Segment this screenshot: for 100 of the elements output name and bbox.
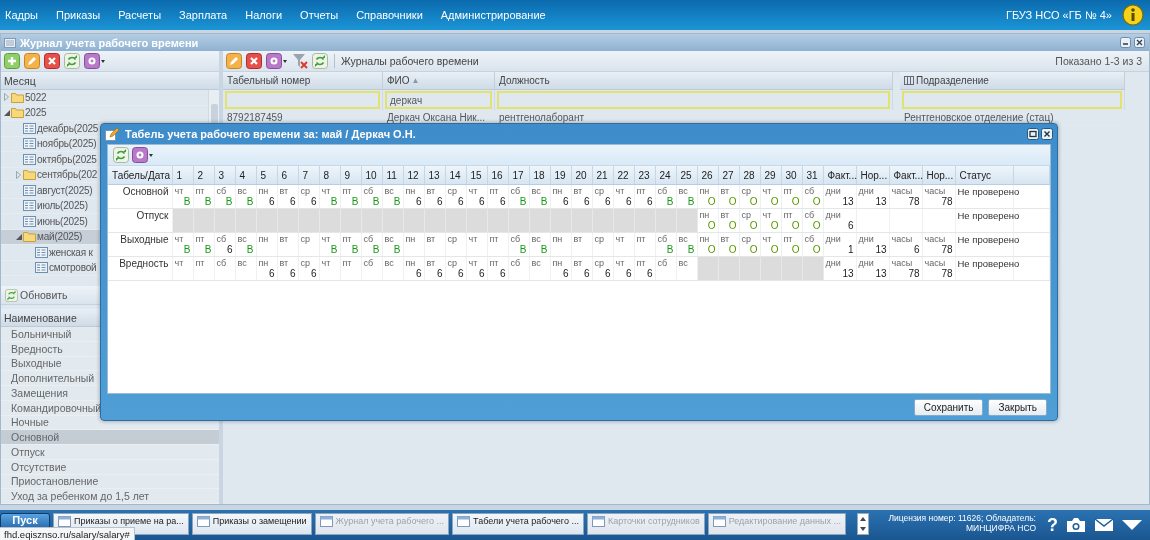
unit-label: дни [825, 186, 841, 196]
column-header: 20 [571, 166, 592, 185]
weekday-label: чт [615, 234, 625, 244]
weekday-label: пн [552, 186, 563, 196]
row-label: Выходные [120, 234, 169, 245]
unit-label: дни [858, 234, 874, 244]
day-mark: 6 [310, 268, 317, 279]
total-value: 6 [847, 220, 854, 231]
weekday-label: чт [174, 234, 184, 244]
weekday-label: чт [321, 258, 331, 268]
weekday-label: чт [468, 234, 478, 244]
day-mark: 6 [625, 196, 632, 207]
unit-label: часы [891, 258, 913, 268]
day-mark: 6 [436, 196, 443, 207]
day-mark: В [372, 244, 380, 255]
day-mark: 6 [268, 268, 275, 279]
weekday-label: вт [426, 186, 436, 196]
weekday-label: ср [447, 186, 457, 196]
column-header: 18 [529, 166, 550, 185]
day-mark: В [225, 196, 233, 207]
tree-item-label: декабрь(2025 [37, 122, 99, 134]
weekday-label: вс [237, 258, 247, 268]
weekday-label: пт [783, 234, 793, 244]
weekday-label: пт [489, 258, 499, 268]
unit-label: часы [924, 234, 946, 244]
task-label: Приказы о приеме на ра... [74, 516, 184, 526]
weekday-label: вт [720, 210, 730, 220]
day-mark: В [246, 244, 254, 255]
weekday-label: пн [258, 186, 269, 196]
weekday-label: пн [699, 186, 710, 196]
day-mark: 6 [499, 268, 506, 279]
day-mark: 6 [310, 196, 317, 207]
tree-item-label: 5022 [25, 91, 47, 103]
organization-name: ГБУЗ НСО «ГБ № 4» [1005, 9, 1112, 21]
day-mark: 6 [583, 268, 590, 279]
day-mark: О [770, 196, 779, 207]
day-mark: О [791, 244, 800, 255]
day-mark: В [393, 196, 401, 207]
unit-label: часы [891, 186, 913, 196]
row-label: Основной [122, 186, 169, 197]
weekday-label: вт [279, 186, 289, 196]
status-label: Не проверено [957, 234, 1020, 245]
window-title: Журнал учета рабочего времени [20, 36, 199, 49]
row-label: Отпуск [136, 210, 169, 221]
weekday-label: сб [363, 186, 374, 196]
task-label: Приказы о замещении [212, 516, 307, 526]
weekday-label: вт [573, 258, 583, 268]
paging-text: Показано 1-3 из 3 [1055, 55, 1142, 67]
total-value: 13 [842, 268, 854, 279]
day-mark: О [707, 220, 716, 231]
status-label: Не проверено [957, 186, 1020, 197]
task-label: Карточки сотрудников [607, 516, 700, 526]
weekday-label: пт [195, 258, 205, 268]
weekday-label: пт [342, 186, 352, 196]
tree-item-label: июль(2025) [37, 200, 88, 212]
license-text: МИНЦИФРА НСО [964, 523, 1036, 533]
column-header: 8 [319, 166, 340, 185]
weekday-label: чт [321, 186, 331, 196]
column-header: 25 [676, 166, 697, 185]
unit-label: часы [924, 186, 946, 196]
day-mark: 6 [478, 196, 485, 207]
day-mark: О [812, 196, 821, 207]
column-header: 17 [508, 166, 529, 185]
day-mark: В [687, 244, 695, 255]
day-mark: В [351, 244, 359, 255]
weekday-label: пт [489, 186, 499, 196]
weekday-label: ср [300, 234, 310, 244]
weekday-label: вс [531, 258, 541, 268]
tree-item-label: октябрь(2025 [37, 153, 97, 165]
column-label: Подразделение [916, 75, 989, 86]
tree-item-label: 2025 [25, 107, 47, 119]
weekday-label: вс [678, 258, 688, 268]
weekday-label: пт [636, 258, 646, 268]
day-mark: 6 [436, 268, 443, 279]
day-mark: В [540, 196, 548, 207]
day-mark: В [666, 244, 674, 255]
day-mark: 6 [457, 196, 464, 207]
weekday-label: ср [741, 210, 751, 220]
column-header: Месяц [1, 72, 219, 90]
weekday-label: пн [258, 234, 269, 244]
weekday-label: сб [510, 234, 521, 244]
task-label: Редактирование данных ... [728, 516, 841, 526]
weekday-label: ср [741, 234, 751, 244]
weekday-label: чт [762, 186, 772, 196]
total-value: 13 [875, 244, 887, 255]
column-header: 22 [613, 166, 634, 185]
weekday-label: вт [573, 234, 583, 244]
column-header: 27 [718, 166, 739, 185]
day-mark: О [707, 244, 716, 255]
day-mark: О [707, 196, 716, 207]
day-mark: 6 [646, 196, 653, 207]
day-mark: О [728, 196, 737, 207]
status-label: Не проверено [957, 258, 1020, 269]
total-value: 78 [908, 196, 920, 207]
column-header: 12 [403, 166, 424, 185]
weekday-label: сб [510, 258, 521, 268]
column-header: 24 [655, 166, 676, 185]
weekday-label: чт [174, 258, 184, 268]
column-header: Табель/Дата [108, 166, 172, 185]
day-mark: 6 [562, 196, 569, 207]
